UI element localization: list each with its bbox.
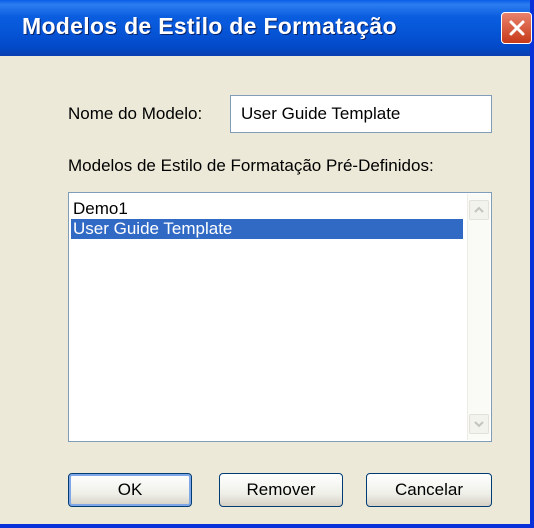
template-name-input[interactable] <box>230 95 492 133</box>
templates-listbox[interactable]: Demo1 User Guide Template <box>68 192 492 442</box>
scroll-down-button[interactable] <box>469 414 489 434</box>
list-item-demo1[interactable]: Demo1 <box>71 199 463 219</box>
dialog-window: Modelos de Estilo de Formatação Nome do … <box>0 0 534 528</box>
chevron-up-icon <box>474 206 484 213</box>
vertical-scrollbar[interactable] <box>467 194 490 440</box>
chevron-down-icon <box>474 421 484 428</box>
scroll-up-button[interactable] <box>469 200 489 220</box>
list-item-user-guide-template[interactable]: User Guide Template <box>71 219 463 239</box>
ok-button[interactable]: OK <box>68 473 192 507</box>
dialog-title: Modelos de Estilo de Formatação <box>22 13 397 39</box>
close-button[interactable] <box>501 12 532 44</box>
title-bar[interactable]: Modelos de Estilo de Formatação <box>0 0 532 56</box>
close-icon <box>509 20 524 36</box>
templates-list-label: Modelos de Estilo de Formatação Pré-Defi… <box>68 156 434 175</box>
remove-button[interactable]: Remover <box>219 473 343 507</box>
cancel-button[interactable]: Cancelar <box>366 473 492 507</box>
name-label: Nome do Modelo: <box>68 104 203 123</box>
